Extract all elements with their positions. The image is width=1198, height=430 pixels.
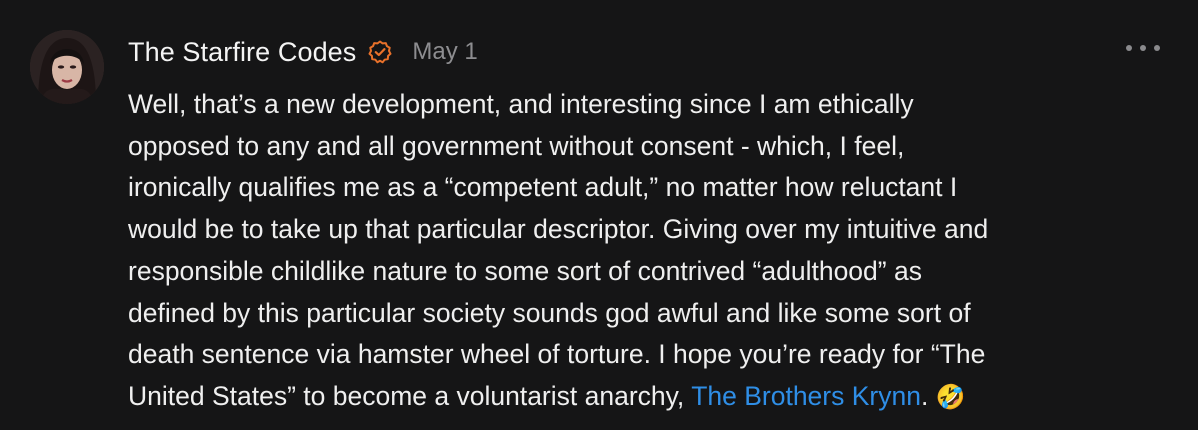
body-line: defined by this particular society sound…	[128, 297, 971, 328]
body-line: death sentence via hamster wheel of tort…	[128, 339, 986, 370]
avatar-image	[30, 30, 104, 104]
body-line: opposed to any and all government withou…	[128, 130, 905, 161]
body-line-last: United States” to become a voluntarist a…	[128, 376, 1168, 419]
body-text-segment: .	[920, 380, 936, 411]
body-line: responsible childlike nature to some sor…	[128, 255, 922, 286]
body-line: Well, that’s a new development, and inte…	[128, 89, 914, 119]
laughing-emoji: 🤣	[935, 383, 966, 411]
comment-header: The Starfire Codes May 1	[128, 30, 478, 74]
more-options-icon[interactable]	[1126, 38, 1160, 58]
comment: The Starfire Codes May 1 Well, that’s a …	[0, 0, 1198, 430]
avatar[interactable]	[30, 30, 104, 104]
body-line: ironically qualifies me as a “competent …	[128, 172, 958, 203]
user-mention-link[interactable]: The Brothers Krynn	[691, 381, 921, 411]
comment-body: Well, that’s a new development, and inte…	[128, 84, 1168, 419]
dot	[1140, 45, 1146, 51]
body-line: would be to take up that particular desc…	[128, 214, 989, 245]
dot	[1126, 45, 1132, 51]
dot	[1154, 45, 1160, 51]
verified-check-icon	[368, 40, 392, 64]
comment-date[interactable]: May 1	[412, 38, 477, 66]
body-text-segment: United States” to become a voluntarist a…	[128, 380, 692, 411]
author-name[interactable]: The Starfire Codes	[128, 37, 356, 68]
